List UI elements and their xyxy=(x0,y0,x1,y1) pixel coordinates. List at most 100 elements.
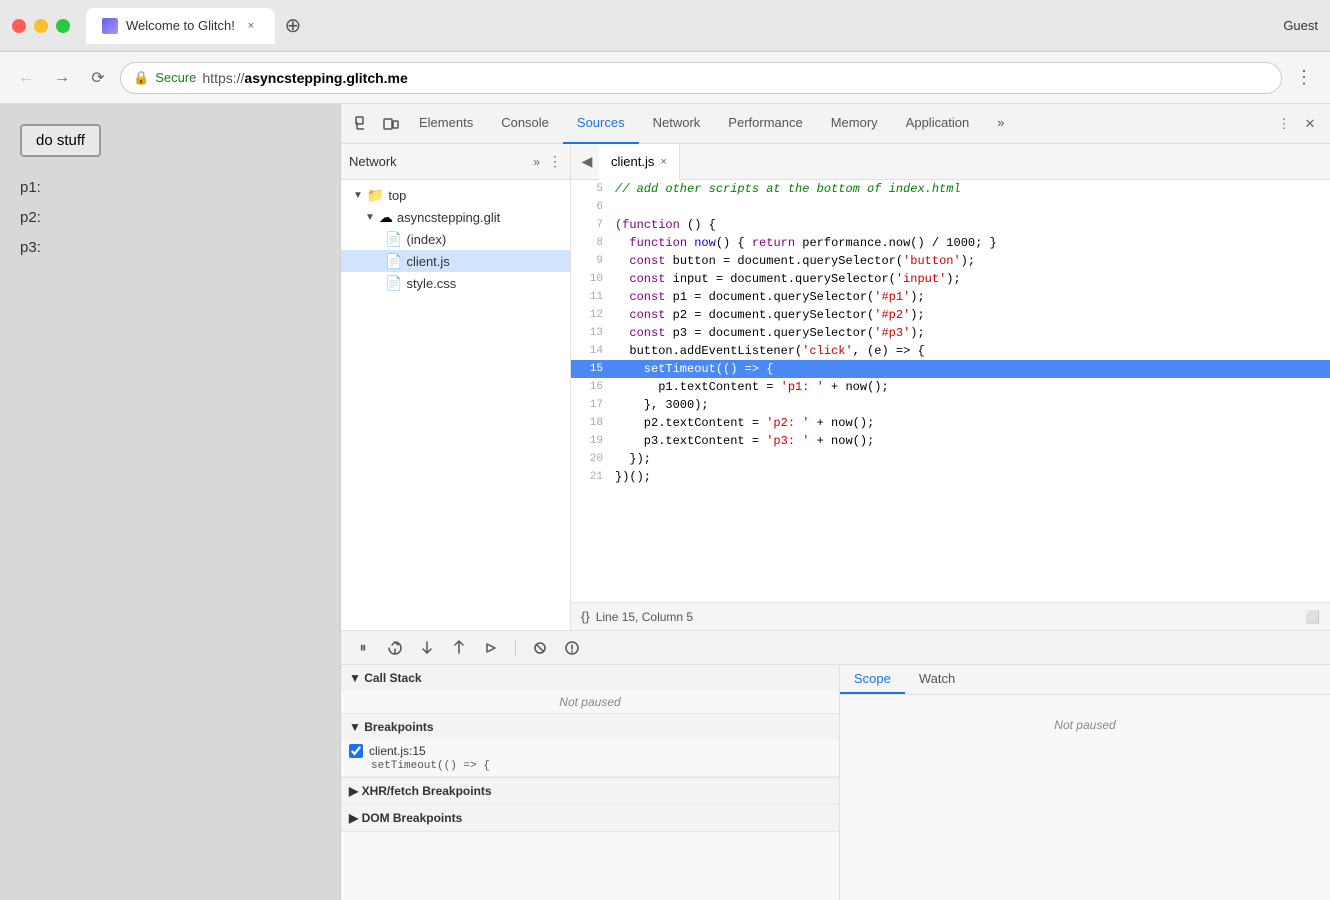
tree-item-clientjs[interactable]: 📄 client.js xyxy=(341,250,570,272)
code-line-14: 14 button.addEventListener('click', (e) … xyxy=(571,342,1330,360)
deactivate-breakpoints-button[interactable] xyxy=(528,636,552,660)
url-main: asyncstepping.glitch.me xyxy=(244,70,407,86)
step-into-button[interactable] xyxy=(415,636,439,660)
code-tabs: ◀ client.js × xyxy=(571,144,1330,180)
code-line-11: 11 const p1 = document.querySelector('#p… xyxy=(571,288,1330,306)
code-line-8: 8 function now() { return performance.no… xyxy=(571,234,1330,252)
tab-favicon xyxy=(102,18,118,34)
file-panel-menu[interactable]: ⋮ xyxy=(548,153,562,170)
file-panel-title: Network xyxy=(349,154,529,169)
code-line-19: 19 p3.textContent = 'p3: ' + now(); xyxy=(571,432,1330,450)
tree-item-stylecss[interactable]: 📄 style.css xyxy=(341,272,570,294)
close-traffic-light[interactable] xyxy=(12,19,26,33)
breakpoint-checkbox-1[interactable] xyxy=(349,744,363,758)
p1-label: p1: xyxy=(20,173,320,203)
code-status-bar: {} Line 15, Column 5 ⬜ xyxy=(571,602,1330,630)
step-out-button[interactable] xyxy=(447,636,471,660)
code-tab-close[interactable]: × xyxy=(660,156,666,168)
tab-network[interactable]: Network xyxy=(639,104,715,144)
pause-on-exceptions-button[interactable] xyxy=(560,636,584,660)
format-icon[interactable]: {} xyxy=(581,609,590,624)
scope-tabs: Scope Watch xyxy=(840,665,1330,695)
p3-label: p3: xyxy=(20,233,320,263)
tree-arrow-top: ▼ xyxy=(353,190,363,201)
tree-arrow-domain: ▼ xyxy=(365,212,375,223)
tab-performance[interactable]: Performance xyxy=(714,104,816,144)
minimize-traffic-light[interactable] xyxy=(34,19,48,33)
scope-not-paused-label: Not paused xyxy=(1054,718,1115,732)
tab-elements[interactable]: Elements xyxy=(405,104,487,144)
file-panel: Network » ⋮ ▼ 📁 top ▼ xyxy=(341,144,571,630)
active-tab[interactable]: Welcome to Glitch! × xyxy=(86,8,275,44)
expand-icon[interactable]: ⬜ xyxy=(1305,610,1320,624)
do-stuff-button[interactable]: do stuff xyxy=(20,124,101,157)
code-line-20: 20 }); xyxy=(571,450,1330,468)
watch-tab[interactable]: Watch xyxy=(905,665,969,694)
more-options-button[interactable]: ⋮ xyxy=(1290,64,1318,92)
code-status-left: {} Line 15, Column 5 xyxy=(581,609,693,624)
callstack-panel: ▼ Call Stack Not paused ▼ Breakpoints xyxy=(341,665,840,900)
code-line-7: 7 (function () { xyxy=(571,216,1330,234)
code-tab-clientjs[interactable]: client.js × xyxy=(599,144,680,180)
tree-label-top: top xyxy=(388,188,406,203)
tab-close-button[interactable]: × xyxy=(243,18,259,34)
close-devtools-icon[interactable]: ✕ xyxy=(1298,112,1322,136)
code-line-12: 12 const p2 = document.querySelector('#p… xyxy=(571,306,1330,324)
breakpoints-section: ▼ Breakpoints client.js:15 setTimeout(()… xyxy=(341,714,839,777)
code-line-5: 5 // add other scripts at the bottom of … xyxy=(571,180,1330,198)
settings-icon[interactable]: ⋮ xyxy=(1272,112,1296,136)
code-line-16: 16 p1.textContent = 'p1: ' + now(); xyxy=(571,378,1330,396)
tab-sources[interactable]: Sources xyxy=(563,104,639,144)
titlebar: Welcome to Glitch! × ⊕ Guest xyxy=(0,0,1330,52)
scope-tab[interactable]: Scope xyxy=(840,665,905,694)
code-content[interactable]: 5 // add other scripts at the bottom of … xyxy=(571,180,1330,602)
tab-memory[interactable]: Memory xyxy=(817,104,892,144)
code-line-13: 13 const p3 = document.querySelector('#p… xyxy=(571,324,1330,342)
callstack-header[interactable]: ▼ Call Stack xyxy=(341,665,839,691)
scope-panel: Scope Watch Not paused xyxy=(840,665,1330,900)
tab-application[interactable]: Application xyxy=(892,104,984,144)
device-toolbar-icon[interactable] xyxy=(377,110,405,138)
secure-text: Secure xyxy=(155,70,196,85)
code-panel-back[interactable]: ◀ xyxy=(575,150,599,174)
breakpoint-item-1: client.js:15 setTimeout(() => { xyxy=(341,740,839,776)
file-icon-stylecss: 📄 xyxy=(385,275,402,292)
tree-item-domain[interactable]: ▼ ☁ asyncstepping.glit xyxy=(341,206,570,228)
folder-icon-top: 📁 xyxy=(367,187,384,204)
code-line-10: 10 const input = document.querySelector(… xyxy=(571,270,1330,288)
address-bar[interactable]: 🔒 Secure https://asyncstepping.glitch.me xyxy=(120,62,1282,94)
file-icon-index: 📄 xyxy=(385,231,402,248)
forward-button[interactable]: → xyxy=(48,64,76,92)
tree-item-top[interactable]: ▼ 📁 top xyxy=(341,184,570,206)
reload-button[interactable]: ⟳ xyxy=(84,64,112,92)
toolbar-divider xyxy=(515,640,516,656)
breakpoints-header[interactable]: ▼ Breakpoints xyxy=(341,714,839,740)
devtools-actions: ⋮ ✕ xyxy=(1272,112,1322,136)
pause-resume-button[interactable]: ⏸ xyxy=(351,636,375,660)
devtools-panel: Elements Console Sources Network Perform… xyxy=(340,104,1330,900)
secure-icon: 🔒 xyxy=(133,70,149,86)
tree-label-clientjs: client.js xyxy=(406,254,449,269)
dom-breakpoints-header[interactable]: ▶ DOM Breakpoints xyxy=(341,805,839,831)
xhr-breakpoints-header[interactable]: ▶ XHR/fetch Breakpoints xyxy=(341,778,839,804)
devtools-topbar: Elements Console Sources Network Perform… xyxy=(341,104,1330,144)
step-over-button[interactable] xyxy=(383,636,407,660)
code-line-9: 9 const button = document.querySelector(… xyxy=(571,252,1330,270)
breakpoint-file-1: client.js:15 xyxy=(369,744,426,758)
xhr-breakpoints-section: ▶ XHR/fetch Breakpoints xyxy=(341,777,839,805)
code-line-17: 17 }, 3000); xyxy=(571,396,1330,414)
tab-more[interactable]: » xyxy=(983,104,1018,144)
dom-breakpoints-label: ▶ DOM Breakpoints xyxy=(349,811,462,825)
tab-console[interactable]: Console xyxy=(487,104,563,144)
step-button[interactable] xyxy=(479,636,503,660)
maximize-traffic-light[interactable] xyxy=(56,19,70,33)
element-selector-icon[interactable] xyxy=(349,110,377,138)
dom-breakpoints-section: ▶ DOM Breakpoints xyxy=(341,805,839,832)
debugger-panel: ⏸ xyxy=(341,630,1330,900)
file-panel-more[interactable]: » xyxy=(533,155,540,169)
tree-item-index[interactable]: 📄 (index) xyxy=(341,228,570,250)
back-button[interactable]: ← xyxy=(12,64,40,92)
devtools-body: Network » ⋮ ▼ 📁 top ▼ xyxy=(341,144,1330,630)
file-icon-clientjs: 📄 xyxy=(385,253,402,270)
new-tab-button[interactable]: ⊕ xyxy=(279,12,307,40)
